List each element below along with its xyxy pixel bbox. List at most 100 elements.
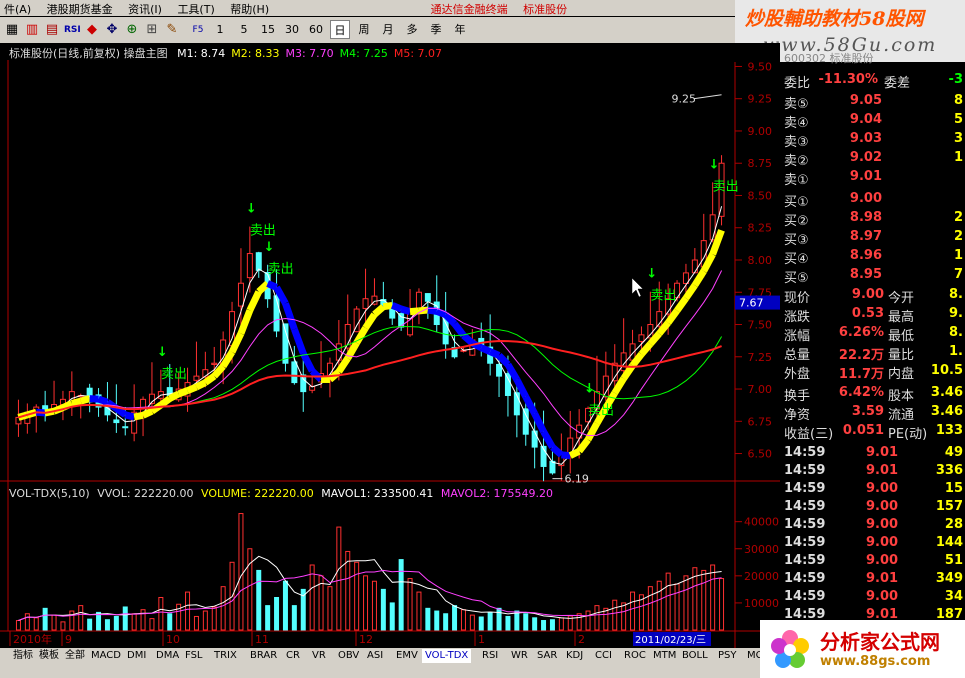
stat-label: 涨幅 [784,329,811,344]
tick-price: 9.01 [866,571,899,586]
volume-bar [211,606,217,631]
price-tick-label: 8.25 [748,222,773,235]
ask-level-3[interactable]: 卖③ 9.03 3 [784,131,965,150]
tab-模板[interactable]: 模板 [36,649,62,663]
level-label: 买② [784,214,809,229]
sell-signal-label: 卖出 [588,404,614,419]
tab-macd[interactable]: MACD [88,649,124,663]
stat-value: 6.26% [838,325,884,340]
level-volume: 5 [953,112,963,127]
stat-row: 总量 22.2万 量比 1. [784,344,965,363]
kline-chart[interactable]: 9.509.259.008.758.508.258.007.757.507.25… [0,0,780,648]
tab-dmi[interactable]: DMI [124,649,149,663]
level-label: 卖⑤ [784,97,809,112]
price-tick-label: 7.25 [748,351,773,364]
stat-label: 外盘 [784,367,811,382]
level-volume: 7 [953,267,963,282]
bid-level-5[interactable]: 买⑤ 8.95 7 [784,267,965,286]
price-tick-label: 8.75 [748,157,773,170]
volume-bar [149,618,155,631]
ma2-band-segment [568,448,581,459]
quote-panel: 600302 标准股份 委比 -11.30% 委差 -3 卖⑤ 9.05 8 卖④ 9.… [780,52,965,630]
tab-wr[interactable]: WR [508,649,531,663]
level-price: 9.01 [849,169,882,184]
tab-指标[interactable]: 指标 [10,649,36,663]
tab-brar[interactable]: BRAR [247,649,280,663]
stat-label-2: 最低 [888,329,915,344]
level-price: 8.97 [849,229,882,244]
stat-label: 涨跌 [784,310,811,325]
volume-bar [478,616,484,631]
candle-up [246,253,253,279]
volume-bar [630,591,636,631]
ask-level-5[interactable]: 卖① 9.01 [784,169,965,188]
tick-price: 9.01 [866,445,899,460]
weibi-value: -11.30% [818,72,878,87]
weicha-value: -3 [948,72,963,87]
tab-trix[interactable]: TRIX [211,649,240,663]
volume-bar [398,559,404,631]
tab-rsi[interactable]: RSI [479,649,501,663]
tab-boll[interactable]: BOLL [679,649,711,663]
volume-bar [541,620,547,631]
tick-time: 14:59 [784,589,826,604]
bid-level-2[interactable]: 买② 8.98 2 [784,210,965,229]
ask-level-1[interactable]: 卖⑤ 9.05 8 [784,93,965,112]
tick-time: 14:59 [784,463,826,478]
candle-up [362,298,369,309]
tick-volume: 349 [935,571,963,586]
volume-bar [113,615,119,631]
tab-fsl[interactable]: FSL [182,649,206,663]
tab-sar[interactable]: SAR [534,649,560,663]
stat-value: 3.59 [851,404,884,419]
tab-emv[interactable]: EMV [393,649,421,663]
stat-label-2: 流通 [888,408,915,423]
tick-price: 9.00 [866,535,899,550]
volume-bar [185,591,191,631]
tab-mtm[interactable]: MTM [650,649,679,663]
tab-全部[interactable]: 全部 [62,649,88,663]
stat-label-2: 股本 [888,389,915,404]
date-tick-label: 11 [255,633,269,646]
price-tick-label: 7.00 [748,383,773,396]
ask-level-4[interactable]: 卖② 9.02 1 [784,150,965,169]
tick-price: 9.00 [866,553,899,568]
weibi-row: 委比 -11.30% 委差 -3 [784,72,965,91]
stat-value-2: 133 [935,423,963,438]
tab-obv[interactable]: OBV [335,649,362,663]
sell-signal-label: 卖出 [650,289,676,304]
volume-bar [665,572,671,631]
candle-down [504,373,511,396]
ma-legend: M1: 8.74 M2: 8.33 M3: 7.70 M4: 7.25 M5: 7.07 [171,47,442,60]
sell-arrow-icon: ↓ [646,267,657,282]
volume-bar [469,614,475,631]
volume-bar [371,580,377,631]
tick-price: 9.00 [866,499,899,514]
candle-down [291,361,298,384]
tab-vol-tdx[interactable]: VOL-TDX [422,649,472,663]
weibi-label: 委比 [784,76,811,91]
bid-level-4[interactable]: 买④ 8.96 1 [784,248,965,267]
stat-row: 收益(三) 0.051 PE(动) 133 [784,423,965,442]
tab-dma[interactable]: DMA [153,649,182,663]
bid-level-3[interactable]: 买③ 8.97 2 [784,229,965,248]
tab-vr[interactable]: VR [309,649,329,663]
volume-bar [247,548,253,631]
stat-row: 外盘 11.7万 内盘 10.5 [784,363,965,382]
ma2-band-segment [390,302,403,313]
tab-kdj[interactable]: KDJ [563,649,586,663]
stat-label: 换手 [784,389,811,404]
tab-roc[interactable]: ROC [621,649,649,663]
bid-level-1[interactable]: 买① 9.00 [784,191,965,210]
tab-asi[interactable]: ASI [364,649,386,663]
level-label: 买④ [784,252,809,267]
tab-cci[interactable]: CCI [592,649,615,663]
tick-volume: 144 [935,535,963,550]
stat-value: 22.2万 [838,348,884,363]
tab-cr[interactable]: CR [283,649,303,663]
ask-level-2[interactable]: 卖④ 9.04 5 [784,112,965,131]
tick-time: 14:59 [784,445,826,460]
tab-psy[interactable]: PSY [715,649,740,663]
volume-bar [719,578,725,631]
candle-down [113,419,120,424]
